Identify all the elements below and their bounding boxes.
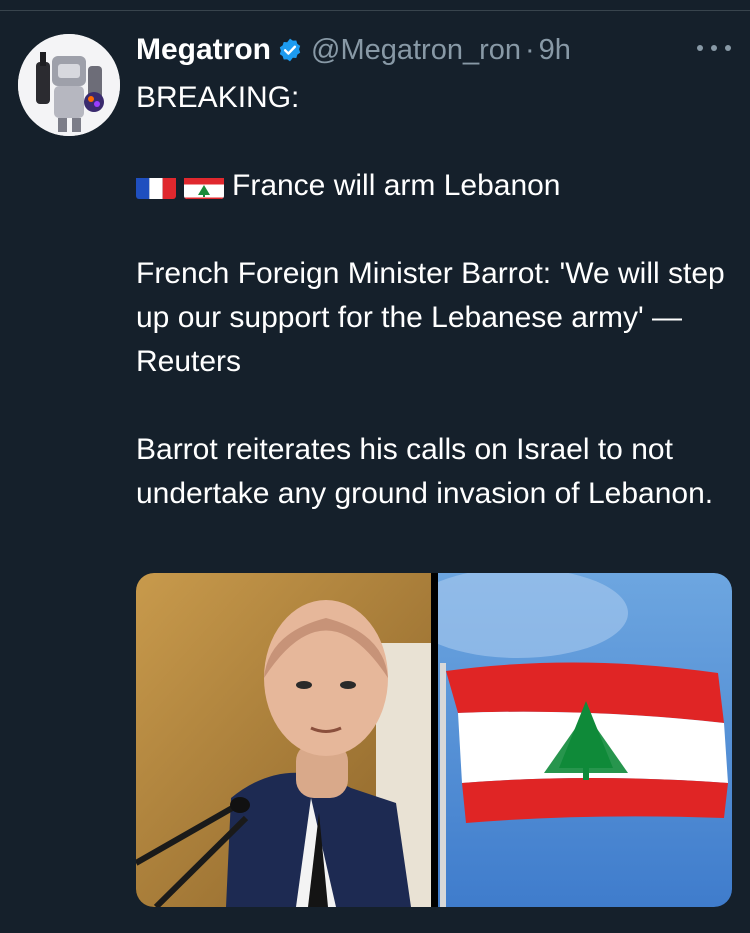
minister-photo-image [136,573,431,907]
media-grid [136,573,732,907]
author-handle[interactable]: @Megatron_ron [311,34,521,67]
divider [0,10,750,11]
statement-paragraph: Barrot reiterates his calls on Israel to… [136,433,714,510]
lebanon-flag-icon [184,173,224,199]
headline: France will arm Lebanon [232,169,561,202]
quote-paragraph: French Foreign Minister Barrot: 'We will… [136,257,725,378]
france-flag-icon [136,173,176,199]
verified-badge-icon [279,38,301,62]
more-options-icon[interactable] [697,38,731,58]
timestamp[interactable]: 9h [539,34,571,67]
author-name[interactable]: Megatron [136,33,271,67]
tweet-header: Megatron @Megatron_ron · 9h [136,28,571,72]
avatar[interactable] [18,34,120,136]
tweet-text: BREAKING: France will arm Lebanon French… [136,76,736,516]
lebanon-flag-photo-image [408,573,732,907]
breaking-label: BREAKING: [136,81,300,114]
photo-minister[interactable] [136,573,431,907]
headline-line: France will arm Lebanon [136,164,736,208]
robot-avatar-icon [18,34,120,136]
photo-lebanon-flag[interactable] [408,573,732,907]
separator-dot: · [525,33,535,66]
